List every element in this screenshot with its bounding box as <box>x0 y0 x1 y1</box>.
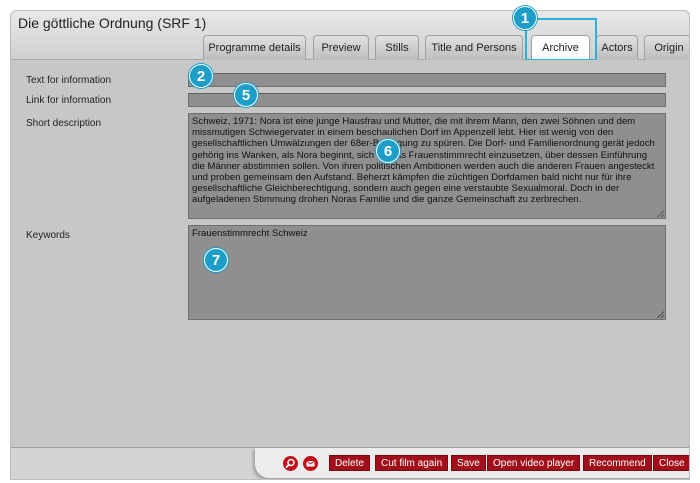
short-description-textarea[interactable]: Schweiz, 1971: Nora ist eine junge Hausf… <box>188 113 666 219</box>
recommend-button[interactable]: Recommend <box>583 455 652 471</box>
keywords-text: Frauenstimmrecht Schweiz <box>192 228 308 239</box>
tab-origin[interactable]: Origin <box>644 35 689 60</box>
resize-grip-icon[interactable] <box>657 210 664 217</box>
text-for-information-input[interactable] <box>188 73 666 87</box>
footer-bar: Delete Cut film again Save Open video pl… <box>11 447 689 479</box>
save-button[interactable]: Save <box>451 455 486 471</box>
window-title: Die göttliche Ordnung (SRF 1) <box>18 15 207 31</box>
short-description-label: Short description <box>26 118 102 129</box>
title-bar: Die göttliche Ordnung (SRF 1) Programme … <box>11 11 689 61</box>
archive-form: Text for information Link for informatio… <box>11 60 689 479</box>
callout-badge-6: 6 <box>376 139 400 163</box>
delete-button[interactable]: Delete <box>329 455 370 471</box>
keywords-label: Keywords <box>26 230 70 241</box>
tab-archive[interactable]: Archive <box>531 35 590 61</box>
short-description-text: Schweiz, 1971: Nora ist eine junge Hausf… <box>192 116 655 206</box>
link-for-information-label: Link for information <box>26 95 112 106</box>
callout-badge-2: 2 <box>189 64 213 88</box>
keywords-textarea[interactable]: Frauenstimmrecht Schweiz <box>188 225 666 320</box>
callout-badge-5: 5 <box>234 83 258 107</box>
mail-icon[interactable] <box>303 456 318 471</box>
tab-title-and-persons[interactable]: Title and Persons <box>425 35 523 60</box>
close-button[interactable]: Close <box>653 455 689 471</box>
search-icon[interactable] <box>283 456 298 471</box>
editor-window: Die göttliche Ordnung (SRF 1) Programme … <box>10 10 690 480</box>
text-for-information-label: Text for information <box>26 75 112 86</box>
tab-preview[interactable]: Preview <box>313 35 369 60</box>
callout-badge-7: 7 <box>204 248 228 272</box>
link-for-information-input[interactable] <box>188 93 666 107</box>
tab-stills[interactable]: Stills <box>375 35 419 60</box>
tab-actors[interactable]: Actors <box>596 35 638 60</box>
open-video-player-button[interactable]: Open video player <box>487 455 581 471</box>
tab-programme-details[interactable]: Programme details <box>203 35 306 60</box>
resize-grip-icon[interactable] <box>657 311 664 318</box>
action-toolbar: Delete Cut film again Save Open video pl… <box>255 448 689 478</box>
callout-badge-1: 1 <box>513 6 537 30</box>
cut-film-again-button[interactable]: Cut film again <box>375 455 449 471</box>
